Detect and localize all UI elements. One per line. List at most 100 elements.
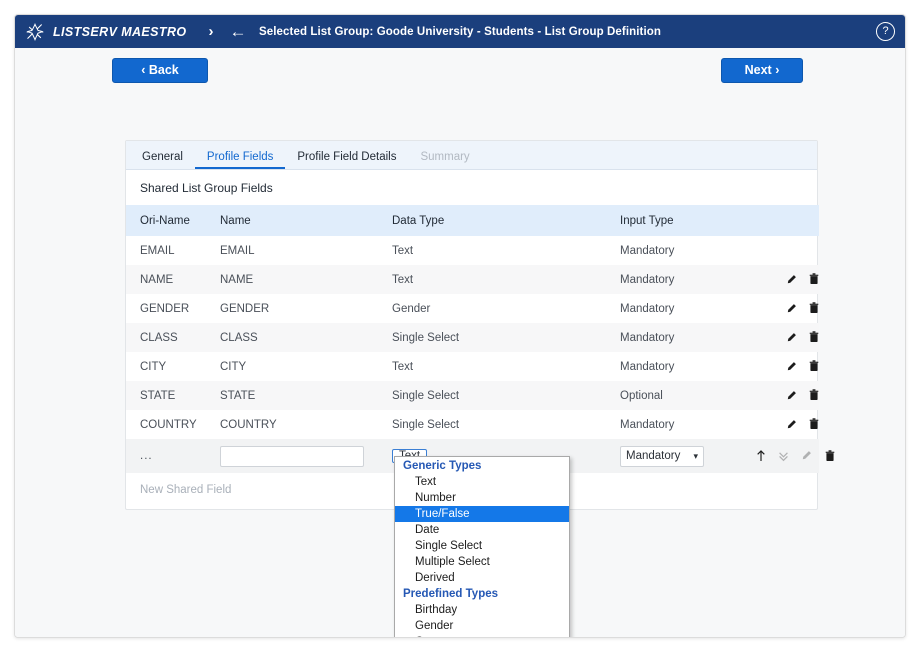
screen-root: LISTSERV MAESTRO › ← Selected List Group… bbox=[0, 0, 918, 657]
cell-ori-name: NAME bbox=[126, 265, 206, 294]
back-button[interactable]: ‹ Back bbox=[112, 58, 208, 83]
cell-name: GENDER bbox=[220, 302, 270, 315]
cell-name: CITY bbox=[220, 360, 247, 373]
table-row: COUNTRY COUNTRY Single Select Mandatory bbox=[126, 410, 819, 439]
table-row: CLASS CLASS Single Select Mandatory bbox=[126, 323, 819, 352]
column-header-actions bbox=[733, 205, 819, 236]
table-header-row: Ori-Name Name Data Type Input Type bbox=[126, 205, 819, 236]
delete-icon[interactable] bbox=[825, 450, 835, 462]
cell-actions bbox=[733, 410, 819, 439]
application-window: LISTSERV MAESTRO › ← Selected List Group… bbox=[14, 14, 906, 638]
cell-name: CLASS bbox=[206, 323, 378, 352]
new-field-name-input[interactable] bbox=[220, 445, 364, 467]
cell-ori-name: GENDER bbox=[140, 302, 190, 315]
table-row: GENDER GENDER Gender Mandatory bbox=[126, 294, 819, 323]
tab-bar: General Profile Fields Profile Field Det… bbox=[126, 141, 817, 170]
cell-actions bbox=[733, 439, 834, 473]
table-head: Ori-Name Name Data Type Input Type bbox=[126, 205, 819, 236]
next-button[interactable]: Next › bbox=[721, 58, 803, 83]
delete-icon[interactable] bbox=[809, 389, 819, 401]
cell-data-type: Single Select bbox=[378, 323, 606, 352]
dropdown-option-number[interactable]: Number bbox=[395, 490, 569, 506]
edit-icon[interactable] bbox=[786, 419, 797, 430]
edit-icon[interactable] bbox=[786, 303, 797, 314]
delete-icon[interactable] bbox=[809, 273, 819, 285]
table-row: NAME NAME Text Mandatory bbox=[126, 265, 819, 294]
cell-ori-name: EMAIL bbox=[140, 244, 175, 257]
cell-input-type: Mandatory bbox=[620, 244, 675, 257]
edit-icon[interactable] bbox=[786, 274, 797, 285]
cell-ori-name-placeholder: ... bbox=[126, 439, 206, 473]
dropdown-group-label-predefined: Predefined Types bbox=[403, 588, 499, 600]
move-down-icon[interactable] bbox=[778, 450, 789, 462]
delete-icon[interactable] bbox=[809, 418, 819, 430]
cell-data-type: Gender bbox=[392, 302, 431, 315]
cell-input-type-select: Mandatory ▾ bbox=[606, 439, 733, 473]
cell-data-type: Single Select bbox=[378, 381, 606, 410]
delete-icon[interactable] bbox=[809, 302, 819, 314]
cell-input-type: Optional bbox=[606, 381, 733, 410]
dropdown-option-text[interactable]: Text bbox=[395, 474, 569, 490]
table-row: CITY CITY Text Mandatory bbox=[126, 352, 819, 381]
card-title: Shared List Group Fields bbox=[140, 181, 273, 195]
cell-actions bbox=[733, 381, 819, 410]
cell-ori-name: STATE bbox=[126, 381, 206, 410]
dropdown-option-gender[interactable]: Gender bbox=[395, 618, 569, 634]
column-header-data-type: Data Type bbox=[378, 205, 606, 236]
cell-input-type: Mandatory bbox=[606, 323, 733, 352]
column-header-ori-name: Ori-Name bbox=[126, 205, 206, 236]
dropdown-option-country[interactable]: Country bbox=[395, 634, 569, 637]
move-up-icon[interactable] bbox=[756, 450, 766, 462]
input-type-select-value: Mandatory bbox=[626, 449, 681, 462]
cell-name: EMAIL bbox=[220, 244, 255, 257]
delete-icon[interactable] bbox=[809, 331, 819, 343]
column-header-name: Name bbox=[206, 205, 378, 236]
cell-actions bbox=[733, 352, 819, 381]
cell-actions bbox=[733, 265, 819, 294]
cell-data-type: Text bbox=[392, 360, 414, 373]
table-row: STATE STATE Single Select Optional bbox=[126, 381, 819, 410]
dropdown-option-derived[interactable]: Derived bbox=[395, 570, 569, 586]
top-bar: LISTSERV MAESTRO › ← Selected List Group… bbox=[15, 15, 905, 48]
nav-button-row: ‹ Back Next › bbox=[15, 48, 905, 92]
cell-input-type: Mandatory bbox=[620, 302, 675, 315]
edit-icon[interactable] bbox=[801, 450, 812, 461]
back-arrow-icon[interactable]: ← bbox=[230, 23, 247, 40]
data-type-dropdown-list[interactable]: Generic Types Text Number True/False Dat… bbox=[394, 456, 570, 637]
cell-data-type: Text bbox=[392, 244, 414, 257]
cell-input-type: Mandatory bbox=[606, 265, 733, 294]
cell-name: STATE bbox=[206, 381, 378, 410]
cell-input-type: Mandatory bbox=[620, 360, 675, 373]
tab-general[interactable]: General bbox=[130, 151, 195, 170]
dropdown-option-multiple-select[interactable]: Multiple Select bbox=[395, 554, 569, 570]
column-header-input-type: Input Type bbox=[606, 205, 733, 236]
cell-actions bbox=[733, 323, 819, 352]
cell-name-input bbox=[206, 439, 378, 473]
cell-ori-name: CITY bbox=[140, 360, 167, 373]
shared-fields-table: Ori-Name Name Data Type Input Type EMAIL… bbox=[126, 205, 834, 473]
cell-ori-name: COUNTRY bbox=[140, 418, 197, 431]
listserv-maestro-logo-icon bbox=[26, 23, 44, 40]
cell-name: COUNTRY bbox=[220, 418, 277, 431]
dropdown-group-label-generic: Generic Types bbox=[403, 460, 482, 472]
profile-fields-card: General Profile Fields Profile Field Det… bbox=[125, 140, 834, 510]
chevron-down-icon: ▾ bbox=[693, 450, 698, 461]
cell-data-type: Text bbox=[378, 265, 606, 294]
cell-name: NAME bbox=[206, 265, 378, 294]
cell-data-type: Single Select bbox=[392, 418, 460, 431]
tab-profile-fields[interactable]: Profile Fields bbox=[195, 151, 285, 170]
help-icon[interactable]: ? bbox=[876, 22, 895, 41]
input-type-select[interactable]: Mandatory ▾ bbox=[620, 445, 704, 467]
delete-icon[interactable] bbox=[809, 360, 819, 372]
tab-profile-field-details[interactable]: Profile Field Details bbox=[285, 151, 408, 170]
edit-icon[interactable] bbox=[786, 361, 797, 372]
edit-icon[interactable] bbox=[786, 390, 797, 401]
dropdown-option-birthday[interactable]: Birthday bbox=[395, 602, 569, 618]
dropdown-option-date[interactable]: Date bbox=[395, 522, 569, 538]
table-row: EMAIL EMAIL Text Mandatory bbox=[126, 236, 819, 265]
dropdown-option-true-false[interactable]: True/False bbox=[395, 506, 569, 522]
cell-actions bbox=[733, 294, 819, 323]
dropdown-option-single-select[interactable]: Single Select bbox=[395, 538, 569, 554]
edit-icon[interactable] bbox=[786, 332, 797, 343]
brand-label: LISTSERV MAESTRO bbox=[53, 24, 187, 39]
